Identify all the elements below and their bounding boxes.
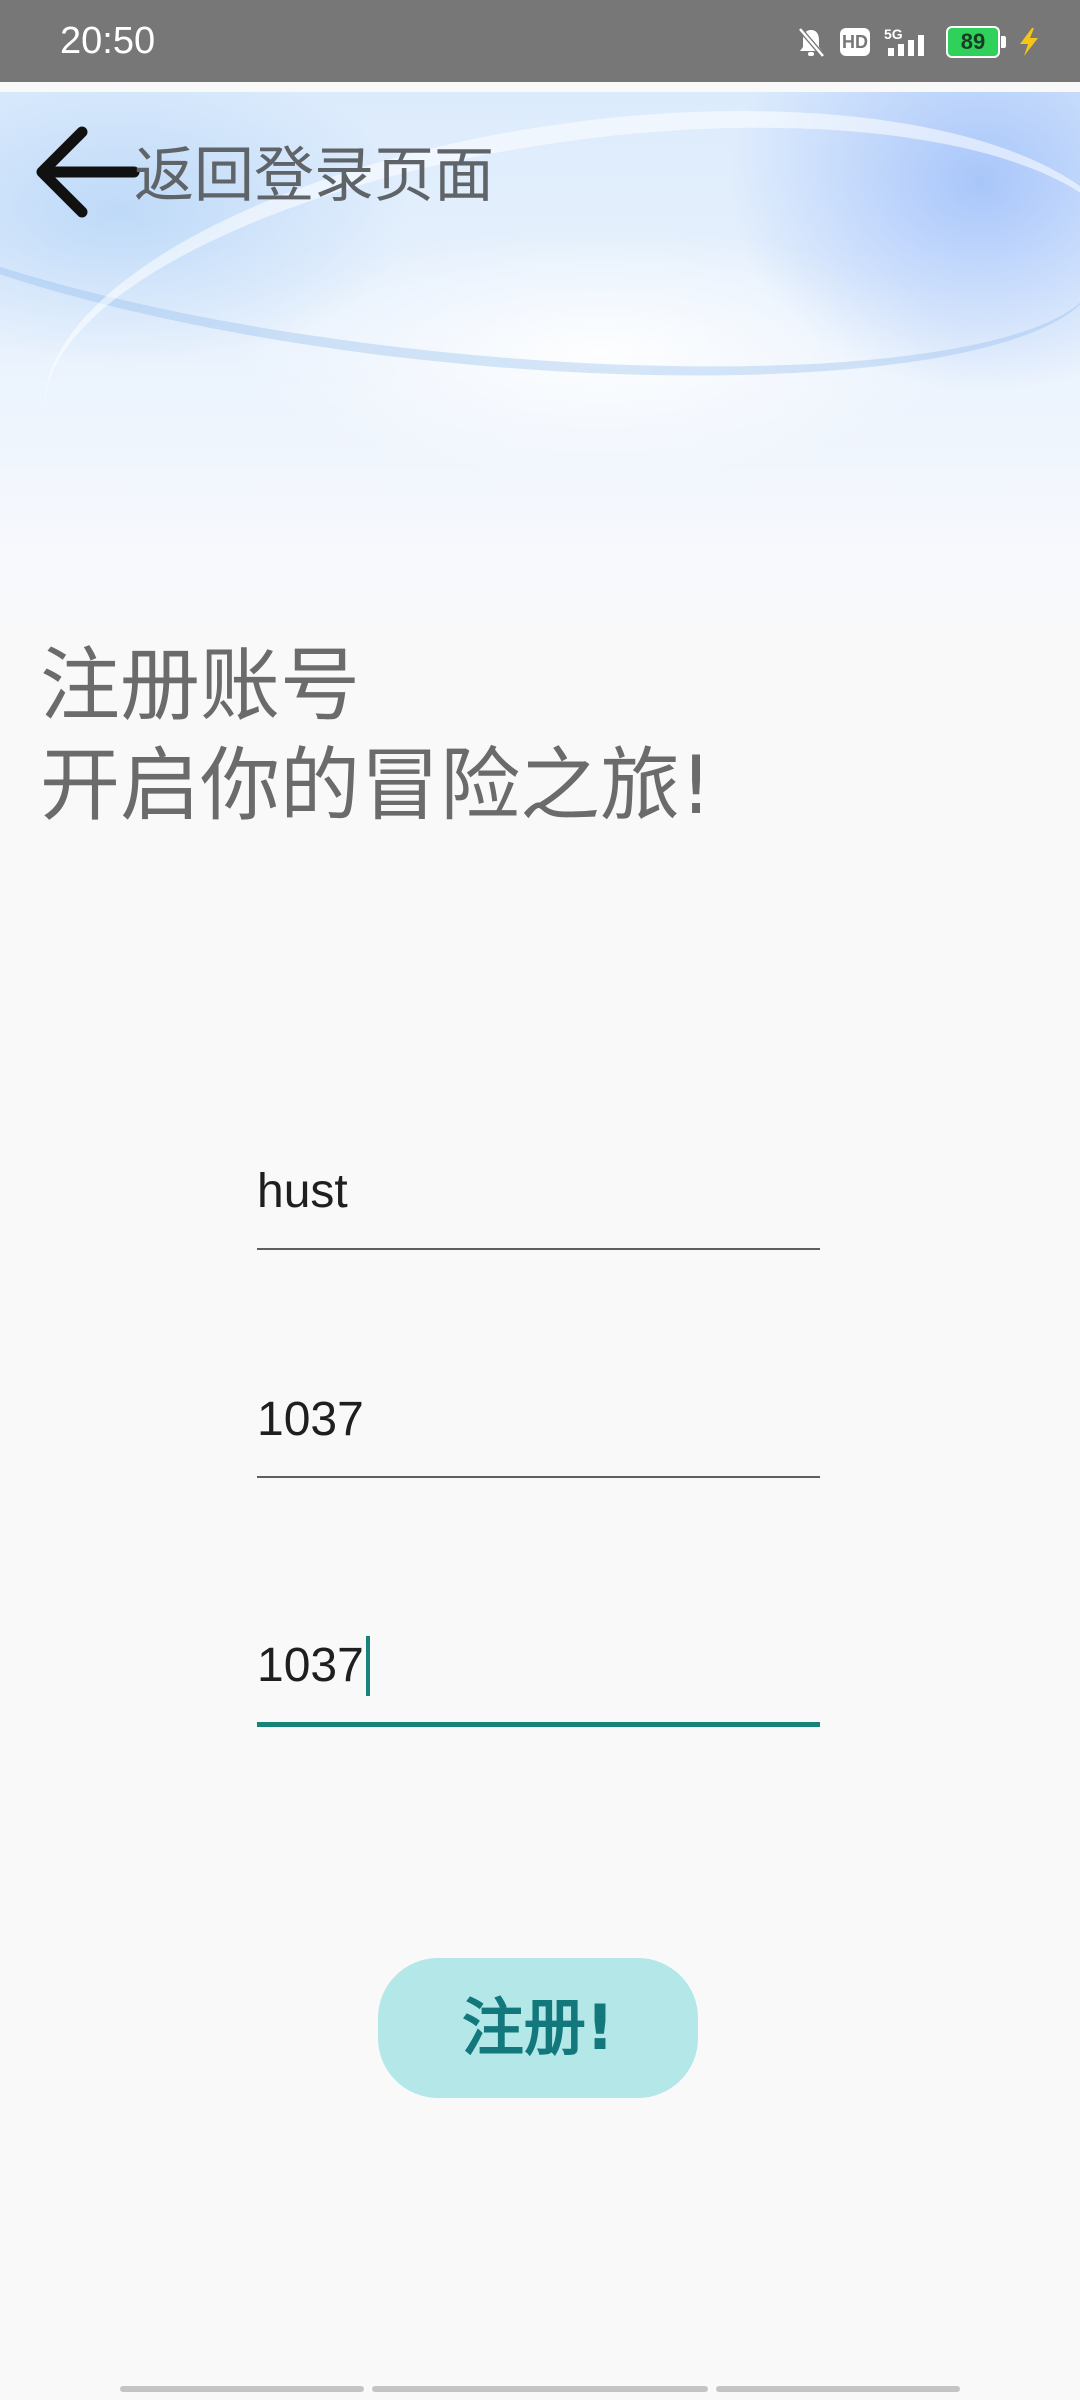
confirm-password-field[interactable]: 1037	[257, 1636, 820, 1728]
back-to-login-link[interactable]: 返回登录页面	[134, 140, 494, 212]
confirm-password-underline	[257, 1722, 820, 1727]
headline-line-1: 注册账号	[40, 639, 360, 732]
password-value[interactable]: 1037	[257, 1390, 820, 1450]
status-bar: 20:50 HD 5G 89	[0, 0, 1080, 82]
text-cursor	[365, 1636, 370, 1696]
signal-5g-icon: 5G	[884, 26, 924, 56]
username-value[interactable]: hust	[257, 1162, 820, 1222]
nav-bar-segment	[716, 2386, 960, 2392]
headline-line-2: 开启你的冒险之旅!	[40, 739, 713, 832]
svg-text:5G: 5G	[884, 26, 903, 42]
battery-icon: 89	[946, 26, 1006, 58]
confirm-password-input[interactable]: 1037	[257, 1636, 820, 1696]
nav-bar-segment	[372, 2386, 708, 2392]
status-time: 20:50	[60, 20, 156, 62]
nav-bar-segment	[120, 2386, 364, 2392]
confirm-password-value: 1037	[257, 1639, 364, 1692]
back-arrow-icon[interactable]	[30, 120, 140, 220]
status-icons: HD 5G 89	[796, 22, 1044, 62]
mute-bell-icon	[798, 27, 825, 58]
password-field[interactable]: 1037	[257, 1390, 820, 1480]
password-underline	[257, 1476, 820, 1478]
username-field[interactable]: hust	[257, 1162, 820, 1252]
register-button[interactable]: 注册!	[378, 1958, 698, 2098]
page-headline: 注册账号 开启你的冒险之旅!	[40, 636, 712, 836]
username-underline	[257, 1248, 820, 1250]
hd-icon: HD	[840, 28, 870, 56]
charging-bolt-icon	[1020, 28, 1038, 56]
